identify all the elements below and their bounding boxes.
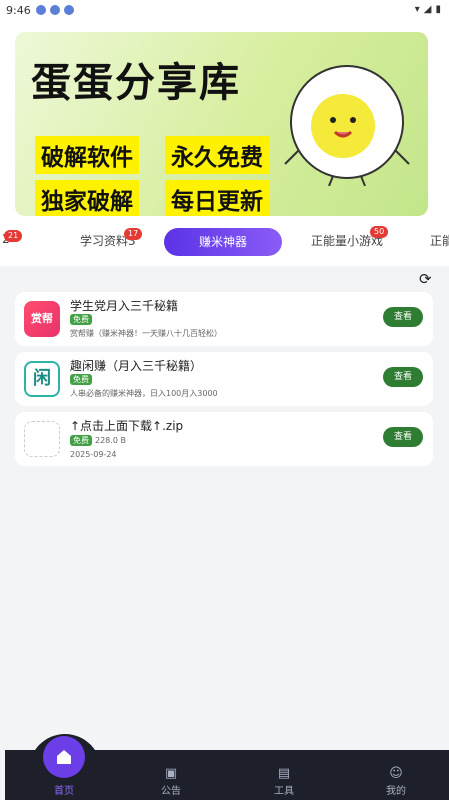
view-button[interactable]: 查看: [383, 367, 423, 387]
list-item[interactable]: 闲 趣闲赚（月入三千秘籍） 免费 人串必备的赚米神器，日入100月入3000 查…: [15, 352, 433, 406]
file-size: 228.0 B: [95, 436, 126, 445]
profile-icon: ☺: [389, 766, 403, 781]
category-tabs: 2 21 学习资料3 17 赚米神器 正能量小游戏 50 正能: [0, 222, 449, 266]
nav-tools[interactable]: ▤ 工具: [264, 766, 304, 797]
view-button[interactable]: 查看: [383, 307, 423, 327]
item-date: 2025-09-24: [70, 450, 117, 459]
view-button[interactable]: 查看: [383, 427, 423, 447]
nav-label: 首页: [54, 786, 74, 797]
signal-icon: ◢: [423, 4, 432, 15]
item-description: 人串必备的赚米神器，日入100月入3000: [70, 389, 218, 398]
banner-title: 蛋蛋分享库: [31, 59, 241, 106]
tab-badge: 21: [4, 230, 23, 242]
refresh-icon[interactable]: ⟳: [419, 270, 432, 288]
nav-announcement[interactable]: ▣ 公告: [151, 766, 191, 797]
resource-list: ⟳ 赏帮 学生党月入三千秘籍 免费 赏帮赚（赚米神器！一天赚八十几百轻松） 查看…: [0, 266, 449, 750]
item-title: ↑点击上面下载↑.zip: [70, 419, 184, 433]
telegram-icon: [50, 5, 60, 15]
list-item[interactable]: 赏帮 学生党月入三千秘籍 免费 赏帮赚（赚米神器！一天赚八十几百轻松） 查看: [15, 292, 433, 346]
banner-tag: 永久免费: [165, 136, 269, 174]
item-title: 学生党月入三千秘籍: [70, 299, 179, 313]
banner-tag: 破解软件: [35, 136, 139, 174]
system-icons: ▾ ◢ ▮: [415, 4, 441, 15]
free-badge: 免费: [70, 435, 92, 446]
status-bar: 9:46 ▾ ◢ ▮: [0, 0, 449, 22]
notification-icons: [36, 5, 74, 15]
toolbox-icon: ▤: [277, 766, 291, 781]
tab-money-tools[interactable]: 赚米神器: [164, 228, 282, 256]
item-title: 趣闲赚（月入三千秘籍）: [70, 359, 203, 373]
file-thumbnail-icon: [24, 421, 60, 457]
status-time: 9:46: [6, 4, 31, 17]
tab-more[interactable]: 正能: [430, 232, 449, 249]
tab-badge: 17: [124, 228, 143, 240]
app-logo-icon: 赏帮: [24, 301, 60, 337]
battery-icon: ▮: [435, 4, 441, 15]
notification-icon: [36, 5, 46, 15]
home-icon: [57, 750, 71, 764]
banner-tag: 独家破解: [35, 180, 139, 216]
app-logo-icon: 闲: [24, 361, 60, 397]
bottom-navbar: ● 首页 ▣ 公告 ▤ 工具 ☺ 我的: [5, 734, 449, 800]
banner-section: 蛋蛋分享库 破解软件 永久免费 独家破解 每日更新: [0, 22, 449, 222]
list-item[interactable]: ↑点击上面下载↑.zip 免费 228.0 B 2025-09-24 查看: [15, 412, 433, 466]
nav-profile[interactable]: ☺ 我的: [376, 766, 416, 797]
app-icon: [64, 5, 74, 15]
nav-label: 公告: [161, 786, 181, 797]
wifi-icon: ▾: [414, 4, 420, 15]
free-badge: 免费: [70, 314, 92, 325]
nav-label: 我的: [386, 786, 406, 797]
free-badge: 免费: [70, 374, 92, 385]
promo-banner[interactable]: 蛋蛋分享库 破解软件 永久免费 独家破解 每日更新: [15, 32, 428, 216]
item-description: 赏帮赚（赚米神器！一天赚八十几百轻松）: [70, 329, 222, 338]
announcement-icon: ▣: [164, 766, 178, 781]
egg-mascot-icon: [284, 65, 410, 186]
tab-badge: 50: [370, 226, 389, 238]
nav-label: 工具: [274, 786, 294, 797]
banner-tag: 每日更新: [165, 180, 269, 216]
nav-home-label-wrap[interactable]: ● 首页: [44, 766, 84, 797]
